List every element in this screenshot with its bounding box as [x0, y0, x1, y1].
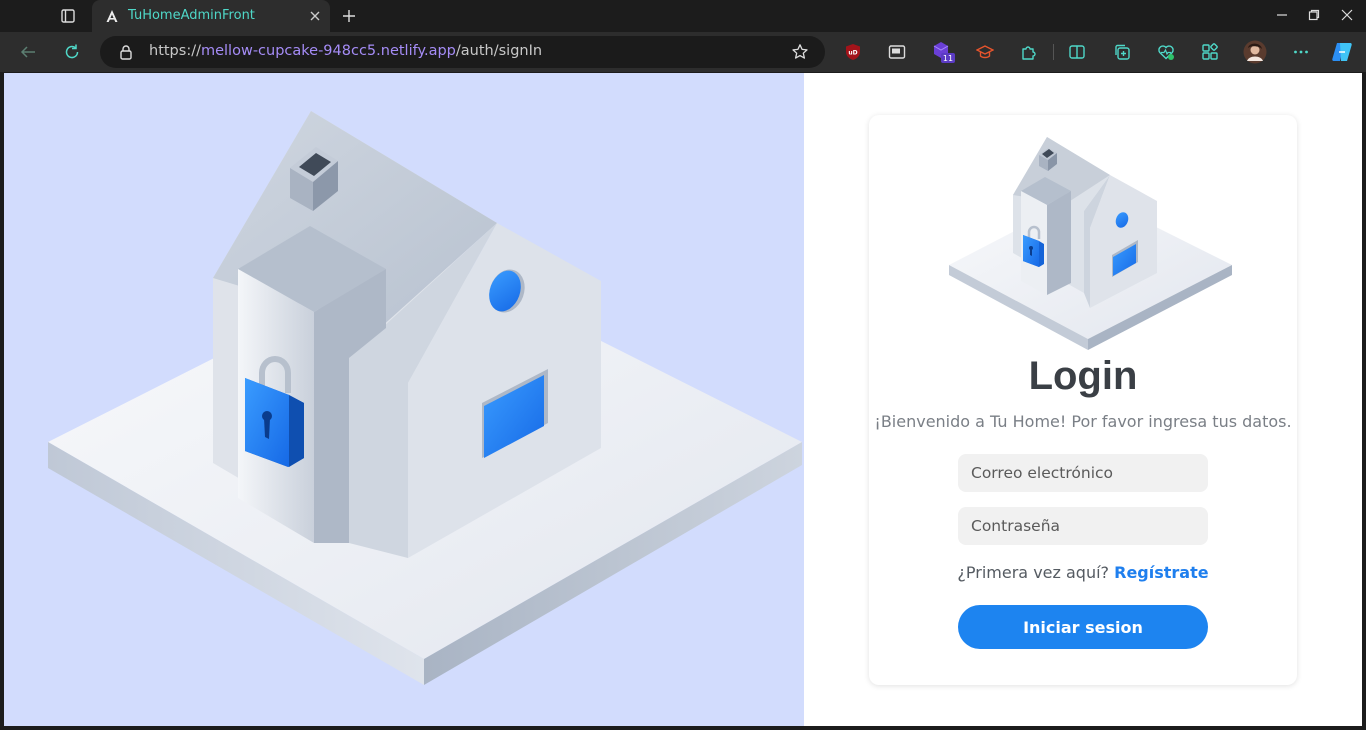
close-window-icon[interactable] [1336, 4, 1358, 26]
close-tab-icon[interactable] [306, 7, 324, 25]
minimize-icon[interactable] [1271, 4, 1293, 26]
angular-favicon-icon [104, 8, 120, 24]
register-link[interactable]: Regístrate [1114, 563, 1208, 582]
url-path: /auth/signIn [455, 43, 543, 59]
graduation-cap-icon[interactable] [973, 40, 997, 64]
purple-extension-icon[interactable]: 11 [929, 40, 959, 64]
back-arrow-icon[interactable] [16, 40, 40, 64]
house-lock-illustration [48, 111, 802, 685]
extensions-puzzle-icon[interactable] [1017, 40, 1041, 64]
ublock-extension-icon[interactable]: uD [841, 40, 865, 64]
url-scheme: https:// [149, 43, 201, 59]
login-panel: Login ¡Bienvenido a Tu Home! Por favor i… [804, 73, 1362, 726]
url-host: mellow-cupcake-948cc5.netlify.app [200, 43, 456, 59]
url-text[interactable]: https://mellow-cupcake-948cc5.netlify.ap… [149, 43, 542, 59]
login-title: Login [1028, 354, 1138, 398]
lock-icon[interactable] [118, 44, 134, 60]
favorite-star-icon[interactable] [791, 43, 809, 61]
register-prompt-line: ¿Primera vez aquí? Regístrate [869, 563, 1297, 582]
tab-actions-icon[interactable] [56, 5, 80, 27]
active-tab[interactable]: TuHomeAdminFront [92, 0, 330, 32]
browser-essentials-icon[interactable] [1154, 40, 1178, 64]
collections-icon[interactable] [1110, 40, 1134, 64]
browser-toolbar: https://mellow-cupcake-948cc5.netlify.ap… [0, 32, 1366, 72]
restore-icon[interactable] [1303, 4, 1325, 26]
hero-illustration-panel [4, 73, 804, 726]
more-options-icon[interactable] [1289, 40, 1313, 64]
toolbar-separator [1053, 44, 1054, 60]
apps-grid-icon[interactable] [1198, 40, 1222, 64]
new-tab-icon[interactable] [338, 5, 360, 27]
svg-text:uD: uD [848, 50, 857, 57]
tab-strip: TuHomeAdminFront [0, 0, 1366, 32]
browser-window: TuHomeAdminFront https://mellow-cupcake-… [0, 0, 1366, 730]
copilot-icon[interactable] [1330, 40, 1354, 64]
sign-in-button[interactable]: Iniciar sesion [958, 605, 1208, 649]
login-subtitle: ¡Bienvenido a Tu Home! Por favor ingresa… [874, 412, 1292, 431]
password-field[interactable] [958, 507, 1208, 545]
split-screen-icon[interactable] [1065, 40, 1089, 64]
address-bar[interactable]: https://mellow-cupcake-948cc5.netlify.ap… [100, 36, 825, 68]
picture-in-picture-icon[interactable] [885, 40, 909, 64]
tab-title: TuHomeAdminFront [128, 8, 255, 23]
login-house-illustration [949, 137, 1232, 350]
email-field[interactable] [958, 454, 1208, 492]
login-card: Login ¡Bienvenido a Tu Home! Por favor i… [869, 115, 1297, 685]
extension-badge-count: 11 [943, 54, 953, 63]
page-content: Login ¡Bienvenido a Tu Home! Por favor i… [4, 73, 1362, 726]
profile-avatar[interactable] [1243, 40, 1267, 64]
refresh-icon[interactable] [60, 40, 84, 64]
register-prompt-text: ¿Primera vez aquí? [957, 563, 1110, 582]
